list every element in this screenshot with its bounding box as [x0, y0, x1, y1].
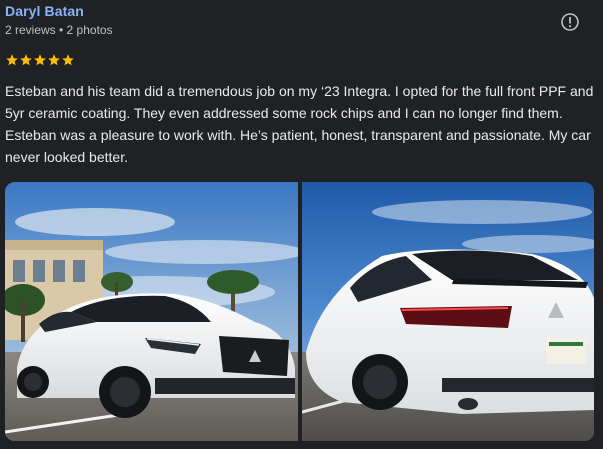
star-icon [20, 54, 32, 66]
report-icon [561, 13, 579, 31]
review-photo-2[interactable] [302, 182, 594, 441]
review-card: Daryl Batan 2 reviews • 2 photos Esteban… [0, 0, 603, 449]
report-button[interactable] [560, 12, 580, 32]
reviewer-name[interactable]: Daryl Batan [5, 3, 84, 19]
star-icon [62, 54, 74, 66]
star-icon [34, 54, 46, 66]
star-icon [48, 54, 60, 66]
star-rating [5, 53, 75, 71]
review-text: Esteban and his team did a tremendous jo… [5, 83, 594, 165]
star-icon [6, 54, 18, 66]
review-photo-1[interactable] [5, 182, 298, 441]
car-front-photo [5, 182, 298, 441]
reviewer-meta: 2 reviews • 2 photos [5, 23, 113, 37]
car-rear-photo [302, 182, 594, 441]
